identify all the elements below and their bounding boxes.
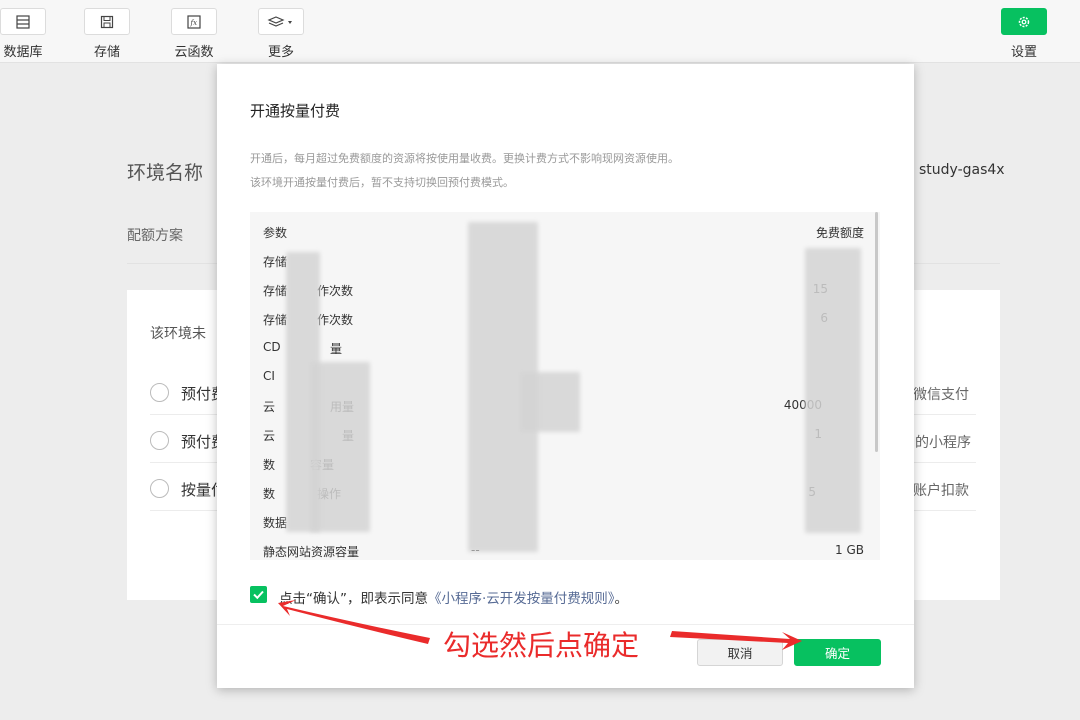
arrow-to-confirm-icon <box>670 631 802 650</box>
arrow-to-checkbox-icon <box>278 600 430 644</box>
annotation-text: 勾选然后点确定 <box>443 629 640 662</box>
annotation-arrows <box>278 600 802 650</box>
